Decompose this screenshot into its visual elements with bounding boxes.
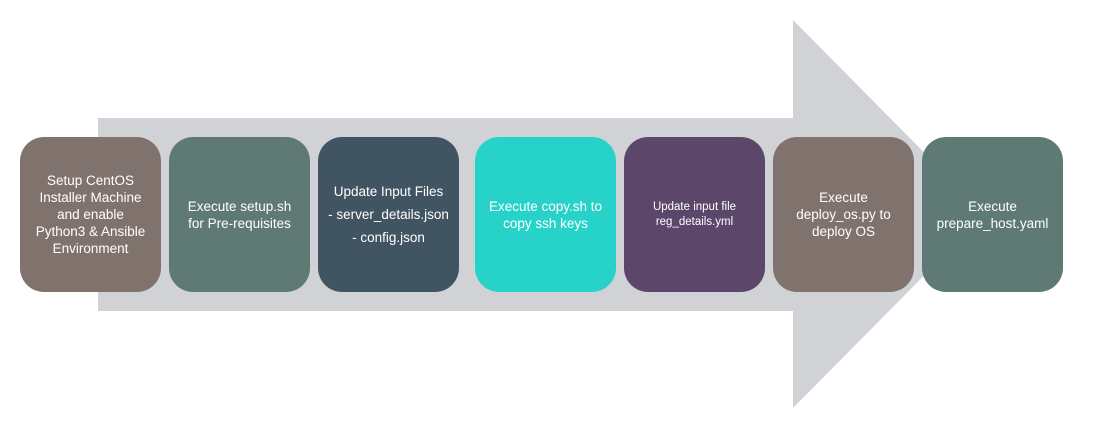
step-1-setup-centos: Setup CentOS Installer Machine and enabl… — [20, 137, 161, 292]
step-7-label: Execute prepare_host.yaml — [936, 198, 1049, 231]
step-6-execute-deploy-os: Execute deploy_os.py to deploy OS — [773, 137, 914, 292]
process-flow-diagram: Setup CentOS Installer Machine and enabl… — [0, 0, 1114, 439]
step-4-label: Execute copy.sh to copy ssh keys — [488, 198, 603, 231]
step-7-execute-prepare-host: Execute prepare_host.yaml — [922, 137, 1063, 292]
step-4-execute-copy: Execute copy.sh to copy ssh keys — [475, 137, 616, 292]
step-3-label: Update Input Files - server_details.json… — [328, 184, 449, 245]
step-1-label: Setup CentOS Installer Machine and enabl… — [35, 173, 146, 256]
step-3-update-input-files: Update Input Files - server_details.json… — [318, 137, 459, 292]
step-2-execute-setup: Execute setup.sh for Pre-requisites — [169, 137, 310, 292]
step-5-label: Update input file reg_details.yml — [652, 200, 737, 228]
step-5-update-reg-details: Update input file reg_details.yml — [624, 137, 765, 292]
step-6-label: Execute deploy_os.py to deploy OS — [796, 190, 891, 239]
step-2-label: Execute setup.sh for Pre-requisites — [187, 198, 292, 231]
